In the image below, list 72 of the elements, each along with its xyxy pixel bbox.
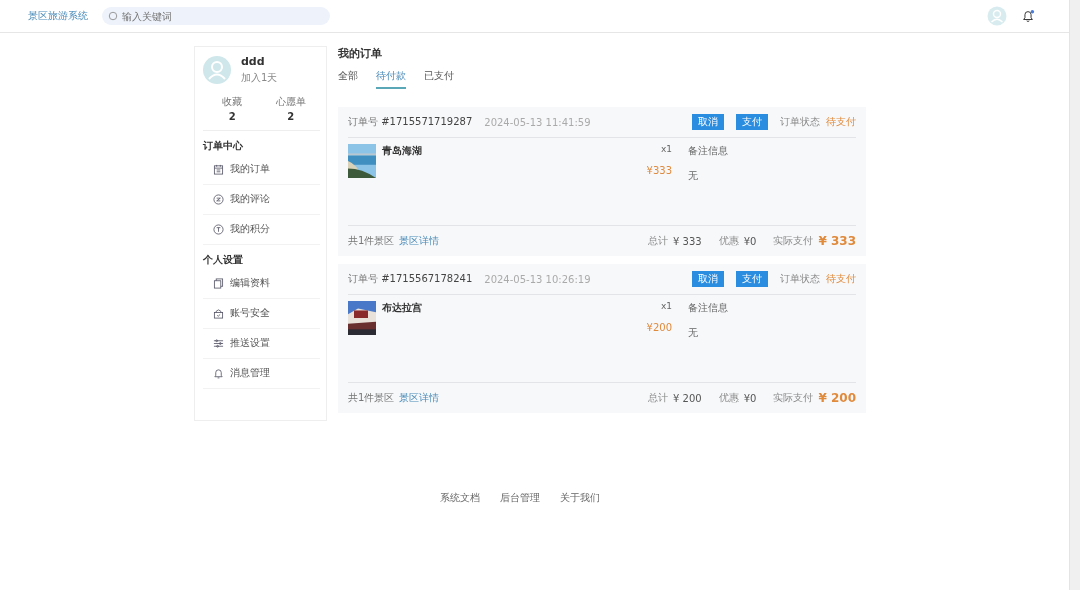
footer-link[interactable]: 关于我们 <box>559 491 600 505</box>
quantity: x1 <box>660 144 672 154</box>
copy-icon <box>213 277 224 289</box>
item-price: ¥333 <box>646 165 672 176</box>
footer-link[interactable]: 系统文档 <box>439 491 480 505</box>
discount-label: 优惠 <box>718 234 739 248</box>
order-status: 待支付 <box>826 115 856 129</box>
bell-icon <box>213 367 224 379</box>
paid-amount: ¥ 200 <box>818 391 856 405</box>
attraction-name: 布达拉宫 <box>382 301 423 315</box>
pay-button[interactable]: 支付 <box>736 114 768 130</box>
total-amount: ¥ 200 <box>673 392 702 404</box>
join-days: 加入1天 <box>241 71 278 85</box>
item-count: 共1件景区 <box>348 234 395 248</box>
status-label: 订单状态 <box>780 115 820 129</box>
menu-section-title: 个人设置 <box>203 253 244 267</box>
remark-text: 无 <box>688 169 699 183</box>
order-status: 待支付 <box>826 272 856 286</box>
paid-label: 实际支付 <box>773 234 814 248</box>
total-label: 总计 <box>648 234 669 248</box>
footer-link[interactable]: 后台管理 <box>499 491 540 505</box>
item-price: ¥200 <box>646 322 672 333</box>
order-time: 2024-05-13 11:41:59 <box>484 116 591 128</box>
search-icon <box>108 11 118 21</box>
stat-value: 2 <box>228 111 236 122</box>
site-logo[interactable]: 景区旅游系统 <box>28 9 88 23</box>
menu-item[interactable]: 我的积分 <box>203 215 320 245</box>
total-amount: ¥ 333 <box>673 235 702 247</box>
discount-amount: ¥0 <box>743 235 757 247</box>
remark-label: 备注信息 <box>688 301 729 315</box>
stat-label: 心愿单 <box>275 95 306 109</box>
menu-section-title: 订单中心 <box>203 139 244 153</box>
menu-item[interactable]: 账号安全 <box>203 299 320 329</box>
status-label: 订单状态 <box>780 272 820 286</box>
order-tab[interactable]: 全部 <box>338 69 358 89</box>
menu-item[interactable]: 我的评论 <box>203 185 320 215</box>
order-number: 订单号 #1715567178241 <box>348 272 473 286</box>
quantity: x1 <box>660 301 672 311</box>
scrollbar[interactable] <box>1069 0 1080 590</box>
discount-amount: ¥0 <box>743 392 757 404</box>
order-tab[interactable]: 待付款 <box>376 69 406 89</box>
stat-value: 2 <box>287 111 295 122</box>
order-time: 2024-05-13 10:26:19 <box>484 273 591 285</box>
cancel-button[interactable]: 取消 <box>692 114 724 130</box>
calendar-icon <box>213 163 224 175</box>
user-avatar-icon <box>203 56 231 84</box>
page-title: 我的订单 <box>338 46 383 61</box>
menu-item[interactable]: 编辑资料 <box>203 269 320 299</box>
notification-bell-icon[interactable] <box>1021 9 1035 23</box>
search-field[interactable]: 输入关键词 <box>102 7 330 25</box>
item-count: 共1件景区 <box>348 391 395 405</box>
detail-link[interactable]: 景区详情 <box>399 234 440 248</box>
avatar-icon[interactable] <box>987 6 1007 26</box>
detail-link[interactable]: 景区详情 <box>399 391 440 405</box>
menu-item[interactable]: 消息管理 <box>203 359 320 389</box>
order-number: 订单号 #1715571719287 <box>348 115 473 129</box>
order-tab[interactable]: 已支付 <box>424 69 454 89</box>
user-name: ddd <box>241 55 266 68</box>
stat-label: 收藏 <box>222 95 243 109</box>
sliders-icon <box>213 337 224 349</box>
total-label: 总计 <box>648 391 669 405</box>
paid-amount: ¥ 333 <box>818 234 856 248</box>
menu-item[interactable]: 我的订单 <box>203 155 320 185</box>
remark-text: 无 <box>688 326 699 340</box>
cancel-button[interactable]: 取消 <box>692 271 724 287</box>
remark-label: 备注信息 <box>688 144 729 158</box>
menu-item[interactable]: 推送设置 <box>203 329 320 359</box>
pay-button[interactable]: 支付 <box>736 271 768 287</box>
attraction-name: 青岛海湖 <box>382 144 423 158</box>
paid-label: 实际支付 <box>773 391 814 405</box>
discount-label: 优惠 <box>718 391 739 405</box>
coin-icon <box>213 223 224 235</box>
